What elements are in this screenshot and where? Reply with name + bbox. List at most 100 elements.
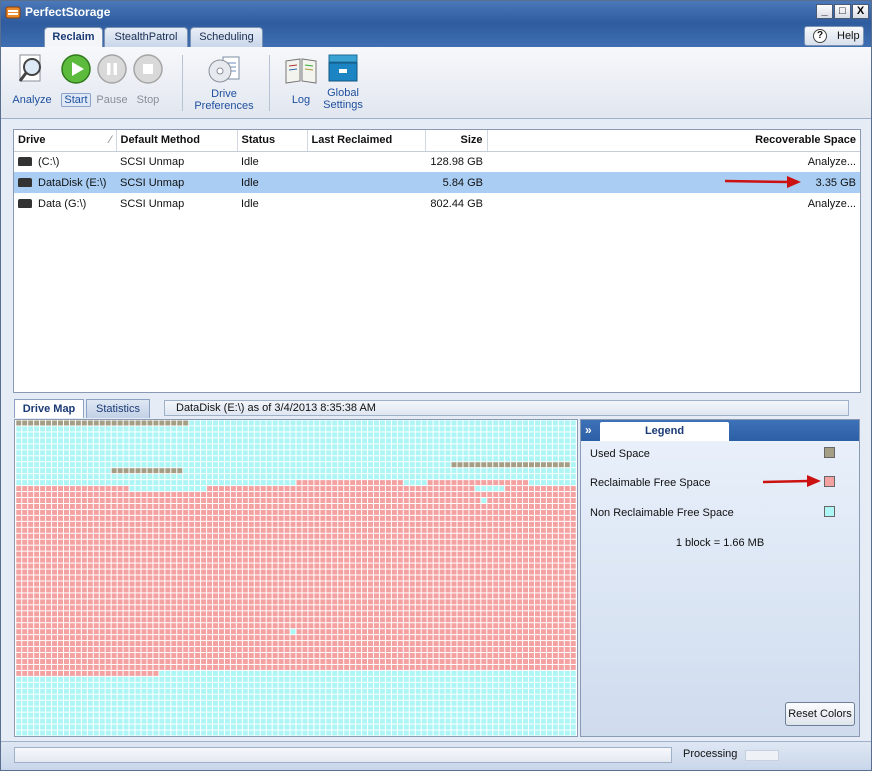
stop-button[interactable]: Stop — [132, 53, 164, 106]
map-block — [266, 724, 272, 730]
map-block — [123, 605, 129, 611]
map-block — [475, 724, 481, 730]
map-block — [558, 718, 564, 724]
map-block — [540, 557, 546, 563]
map-block — [505, 700, 511, 706]
map-block — [487, 563, 493, 569]
map-block — [22, 718, 28, 724]
map-block — [409, 551, 415, 557]
tab-statistics[interactable]: Statistics — [86, 399, 150, 418]
column-header-last-reclaimed[interactable]: Last Reclaimed — [307, 130, 426, 152]
map-block — [224, 664, 230, 670]
map-block — [469, 623, 475, 629]
tab-scheduling[interactable]: Scheduling — [190, 27, 263, 47]
map-block — [445, 682, 451, 688]
pause-button[interactable]: Pause — [95, 53, 129, 106]
map-block — [99, 533, 105, 539]
map-block — [356, 658, 362, 664]
global-settings-button[interactable]: Global Settings — [319, 53, 367, 111]
map-block — [558, 712, 564, 718]
map-block — [135, 653, 141, 658]
map-block — [421, 688, 427, 694]
map-block — [326, 569, 332, 575]
start-button[interactable]: Start — [58, 53, 94, 107]
map-block — [481, 670, 487, 676]
map-block — [266, 503, 272, 509]
map-block — [487, 444, 493, 450]
map-block — [534, 557, 540, 563]
map-block — [171, 515, 177, 521]
table-row[interactable]: (C:\) SCSI Unmap Idle 128.98 GB Analyze.… — [14, 151, 860, 172]
map-block — [415, 533, 421, 539]
map-block — [385, 539, 391, 545]
map-block — [439, 444, 445, 450]
map-block — [391, 456, 397, 462]
tab-reclaim[interactable]: Reclaim — [44, 27, 103, 48]
map-block — [52, 724, 58, 730]
map-block — [254, 503, 260, 509]
log-button[interactable]: Log — [283, 55, 319, 106]
map-block — [427, 593, 433, 599]
map-block — [153, 444, 159, 450]
map-block — [272, 593, 278, 599]
map-block — [523, 539, 529, 545]
map-block — [368, 635, 374, 641]
column-header-method[interactable]: Default Method — [116, 130, 238, 152]
map-block — [290, 706, 296, 712]
map-block — [534, 641, 540, 647]
map-block — [171, 617, 177, 623]
map-block — [320, 569, 326, 575]
map-block — [201, 593, 207, 599]
map-block — [111, 569, 117, 575]
close-button[interactable]: X — [852, 4, 869, 19]
map-block — [326, 676, 332, 682]
map-block — [46, 533, 52, 539]
table-row[interactable]: Data (G:\) SCSI Unmap Idle 802.44 GB Ana… — [14, 193, 860, 214]
map-block — [433, 486, 439, 492]
column-header-drive[interactable]: Drive ⁄ — [14, 130, 117, 152]
map-block — [16, 712, 22, 718]
map-block — [445, 587, 451, 593]
map-block — [552, 575, 558, 581]
map-block — [165, 450, 171, 456]
map-block — [552, 492, 558, 498]
tab-drive-map[interactable]: Drive Map — [14, 399, 84, 418]
map-block — [517, 593, 523, 599]
analyze-button[interactable]: Analyze — [9, 53, 55, 106]
drive-preferences-button[interactable]: Drive Preferences — [189, 55, 259, 112]
map-block — [129, 724, 135, 730]
map-block — [87, 563, 93, 569]
map-block — [260, 509, 266, 515]
map-block — [63, 629, 69, 635]
map-block — [153, 533, 159, 539]
map-block — [368, 599, 374, 605]
map-block — [260, 575, 266, 581]
tab-stealthpatrol[interactable]: StealthPatrol — [104, 27, 188, 47]
map-block — [34, 521, 40, 527]
map-block — [338, 498, 344, 503]
map-block — [123, 706, 129, 712]
maximize-button[interactable]: □ — [834, 4, 851, 19]
map-block — [505, 605, 511, 611]
help-button[interactable]: ? Help — [804, 26, 864, 46]
map-block — [552, 682, 558, 688]
map-block — [290, 658, 296, 664]
recoverable-cell[interactable]: Analyze... — [487, 193, 860, 214]
map-block — [457, 462, 463, 468]
map-block — [326, 456, 332, 462]
column-header-status[interactable]: Status — [237, 130, 308, 152]
map-block — [505, 498, 511, 503]
map-block — [326, 629, 332, 635]
map-block — [254, 551, 260, 557]
column-header-recoverable[interactable]: Recoverable Space — [487, 130, 860, 152]
map-block — [129, 641, 135, 647]
map-block — [117, 492, 123, 498]
map-block — [111, 450, 117, 456]
map-block — [356, 539, 362, 545]
recoverable-cell[interactable]: Analyze... — [487, 151, 860, 172]
map-block — [379, 658, 385, 664]
column-header-size[interactable]: Size — [425, 130, 488, 152]
map-block — [213, 503, 218, 509]
minimize-button[interactable]: _ — [816, 4, 833, 19]
map-block — [362, 432, 368, 438]
